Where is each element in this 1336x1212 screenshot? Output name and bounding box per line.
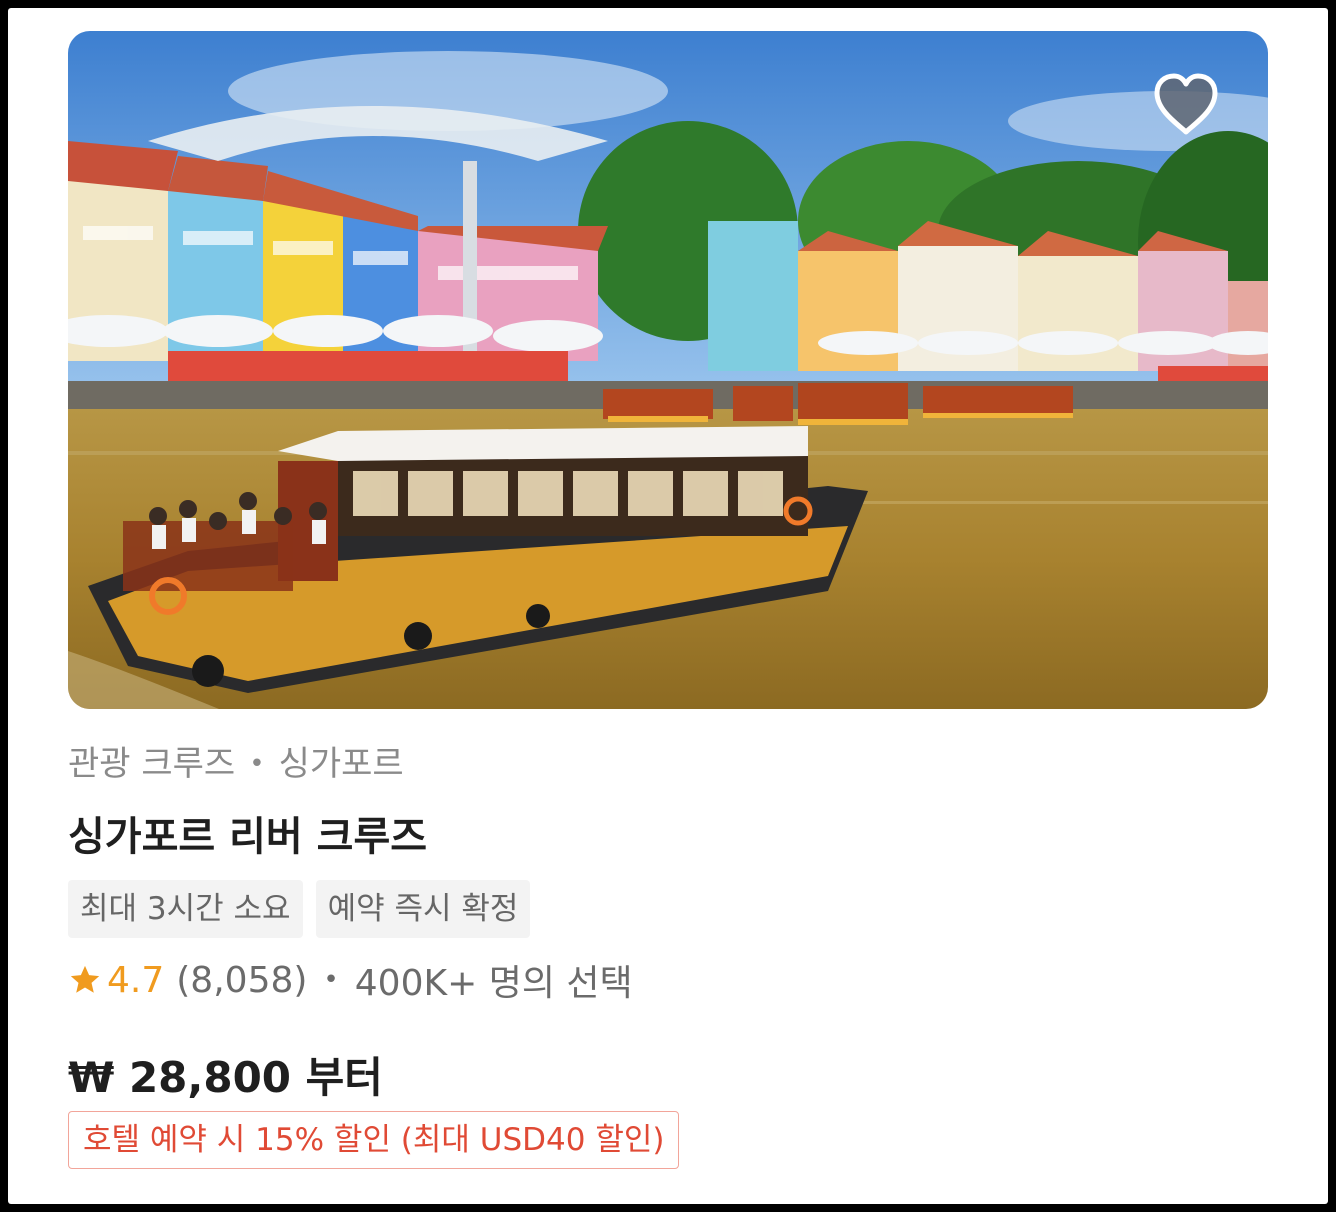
product-card[interactable]: 관광 크루즈 • 싱가포르 싱가포르 리버 크루즈 최대 3시간 소요 예약 즉시 … <box>8 8 1328 1204</box>
review-count[interactable]: (8,058) <box>176 960 307 1001</box>
star-icon <box>70 965 100 993</box>
popularity-text: 400K+ 명의 선택 <box>354 963 633 1004</box>
promo-badge: 호텔 예약 시 15% 할인 (최대 USD40 할인) <box>68 1111 680 1169</box>
category-location: 관광 크루즈 • 싱가포르 <box>68 736 404 785</box>
location-label: 싱가포르 <box>278 744 404 784</box>
heart-icon[interactable] <box>1149 68 1223 142</box>
product-title[interactable]: 싱가포르 리버 크루즈 <box>68 804 427 862</box>
rating-separator: • <box>323 965 339 995</box>
meta-separator: • <box>249 749 265 779</box>
product-photo[interactable] <box>68 31 1268 709</box>
tag-instant-confirm: 예약 즉시 확정 <box>315 880 531 938</box>
feature-tags: 최대 3시간 소요 예약 즉시 확정 <box>68 880 531 938</box>
category-label: 관광 크루즈 <box>68 744 236 784</box>
tag-duration: 최대 3시간 소요 <box>68 880 303 938</box>
price: ₩ 28,800 부터 <box>68 1053 383 1102</box>
river-cruise-photo <box>68 31 1268 709</box>
rating-score: 4.7 <box>107 959 165 1001</box>
rating-row: 4.7 (8,058) • 400K+ 명의 선택 <box>68 954 633 1006</box>
